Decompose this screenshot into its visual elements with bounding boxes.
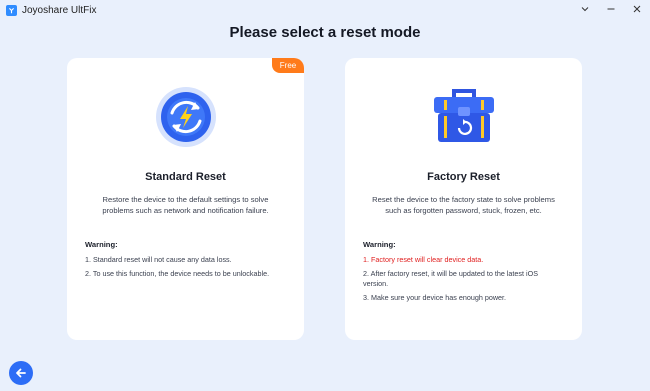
chevron-down-icon[interactable] xyxy=(578,2,592,16)
card-title: Standard Reset xyxy=(145,171,226,183)
warning-list: 1. Factory reset will clear device data.… xyxy=(363,255,563,307)
warning-item: 3. Make sure your device has enough powe… xyxy=(363,293,507,302)
warning-list: 1. Standard reset will not cause any dat… xyxy=(85,255,285,283)
close-icon[interactable] xyxy=(630,2,644,16)
warning-title: Warning: xyxy=(85,240,118,249)
warning-item: 2. After factory reset, it will be updat… xyxy=(363,269,538,288)
app-title: Joyoshare UltFix xyxy=(22,4,97,16)
app-logo-icon xyxy=(6,4,17,16)
warning-title: Warning: xyxy=(363,240,396,249)
refresh-lightning-icon xyxy=(67,86,304,148)
back-button[interactable] xyxy=(9,361,33,385)
factory-reset-card[interactable]: Factory Reset Reset the device to the fa… xyxy=(345,58,582,340)
minimize-icon[interactable] xyxy=(604,2,618,16)
free-badge: Free xyxy=(272,58,304,73)
page-title: Please select a reset mode xyxy=(229,24,421,41)
card-title: Factory Reset xyxy=(427,171,500,183)
card-description: Restore the device to the default settin… xyxy=(102,195,269,215)
warning-item: 2. To use this function, the device need… xyxy=(85,269,270,278)
arrow-left-icon xyxy=(16,368,26,378)
toolbox-icon xyxy=(345,86,582,148)
window-controls xyxy=(578,2,644,16)
warning-item: 1. Standard reset will not cause any dat… xyxy=(85,255,232,264)
warning-item-critical: 1. Factory reset will clear device data. xyxy=(363,255,484,264)
title-bar: Joyoshare UltFix xyxy=(0,0,650,20)
card-description: Reset the device to the factory state to… xyxy=(372,195,555,215)
standard-reset-card[interactable]: Free Standard Reset Restore the device t… xyxy=(67,58,304,340)
